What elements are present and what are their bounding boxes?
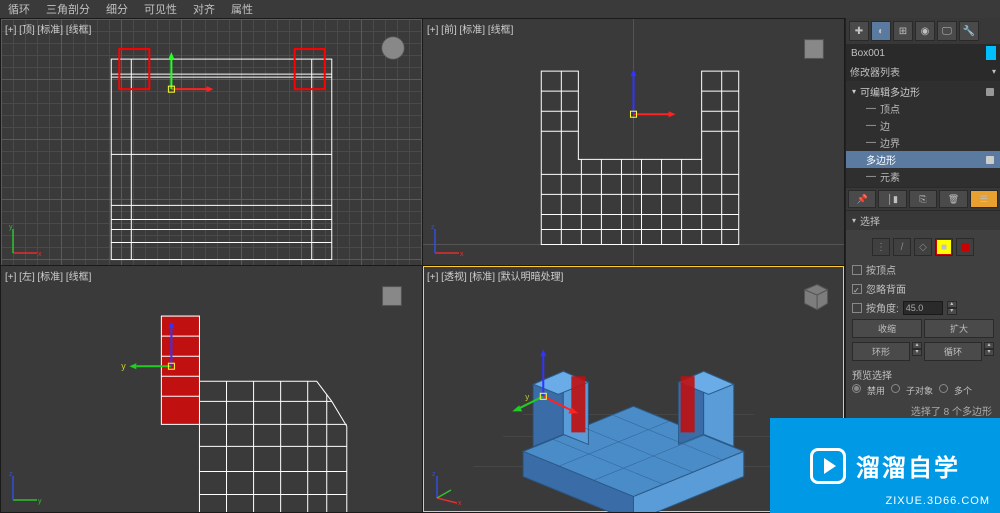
play-icon [810, 448, 846, 484]
preview-off-label: 禁用 [867, 384, 885, 397]
object-name-input[interactable] [850, 47, 984, 60]
svg-text:y: y [38, 498, 42, 505]
ring-button[interactable]: 环形 [852, 342, 910, 361]
svg-text:z: z [431, 224, 435, 231]
subobj-element[interactable]: — 元素 [846, 168, 1000, 185]
sel-element-icon[interactable] [956, 238, 974, 256]
create-tab[interactable]: ✚ [849, 21, 869, 41]
show-end-result-button[interactable]: │▮ [878, 190, 906, 208]
subobj-edge[interactable]: — 边 [846, 117, 1000, 134]
viewport-front-label[interactable]: [+] [前] [标准] [线框] [427, 21, 513, 36]
viewcube-icon[interactable] [794, 27, 836, 69]
svg-text:y: y [525, 392, 529, 401]
modify-tab[interactable]: ◐ [871, 21, 891, 41]
preview-multi-label: 多个 [954, 384, 972, 397]
sel-vertex-icon[interactable]: ⋮ [872, 238, 890, 256]
svg-text:z: z [432, 471, 436, 478]
watermark-overlay: 溜溜自学 ZIXUE.3D66.COM [770, 418, 1000, 513]
spinner-up-button[interactable]: ▴ [984, 342, 994, 349]
axis-gizmo-icon: y z [7, 470, 43, 506]
by-angle-label: 按角度: [866, 300, 899, 315]
spinner-down-button[interactable]: ▾ [984, 349, 994, 356]
svg-text:x: x [458, 500, 462, 507]
utilities-tab[interactable]: 🔧 [959, 21, 979, 41]
by-vertex-checkbox[interactable] [852, 265, 862, 275]
menu-loop[interactable]: 循环 [4, 1, 34, 17]
viewport-front[interactable]: [+] [前] [标准] [线框] [423, 19, 844, 265]
subobj-polygon[interactable]: 多边形 [846, 151, 1000, 168]
preview-subobj-label: 子对象 [906, 384, 933, 397]
sel-polygon-icon[interactable]: ■ [935, 238, 953, 256]
top-menubar[interactable]: 循环 三角剖分 细分 可见性 对齐 属性 [0, 0, 1000, 18]
bulb-icon[interactable] [986, 156, 994, 164]
configure-sets-button[interactable]: ☰ [970, 190, 998, 208]
command-panel-tabs: ✚ ◐ ⊞ ◉ 🖵 🔧 [846, 18, 1000, 44]
viewport-top-label[interactable]: [+] [顶] [标准] [线框] [5, 21, 91, 36]
by-vertex-label: 按顶点 [866, 262, 896, 277]
subobj-border[interactable]: — 边界 [846, 134, 1000, 151]
modifier-editable-poly[interactable]: ▾ 可编辑多边形 [846, 83, 1000, 100]
preview-subobj-radio[interactable] [891, 384, 900, 393]
preview-selection-label: 预览选择 [852, 363, 994, 382]
viewport-grid: [+] [顶] [标准] [线框] [0, 18, 845, 513]
svg-text:y: y [121, 361, 126, 371]
selection-status-text: 选择了 8 个多边形 [852, 399, 994, 418]
viewport-perspective-label[interactable]: [+] [透视] [标准] [默认明暗处理] [427, 268, 563, 283]
viewcube-icon[interactable] [372, 274, 414, 316]
menu-visibility[interactable]: 可见性 [140, 1, 181, 17]
spinner-down-button[interactable]: ▾ [947, 308, 957, 315]
preview-multi-radio[interactable] [939, 384, 948, 393]
sel-edge-icon[interactable]: / [893, 238, 911, 256]
spinner-down-button[interactable]: ▾ [912, 349, 922, 356]
ignore-backfacing-label: 忽略背面 [866, 281, 906, 296]
svg-text:y: y [9, 224, 13, 231]
viewport-top[interactable]: [+] [顶] [标准] [线框] [1, 19, 422, 265]
display-tab[interactable]: 🖵 [937, 21, 957, 41]
shrink-button[interactable]: 收缩 [852, 319, 922, 338]
rollout-selection-header[interactable]: 选择 [846, 211, 1000, 230]
sel-border-icon[interactable]: ◇ [914, 238, 932, 256]
axis-gizmo-icon: x z [429, 470, 465, 506]
menu-align[interactable]: 对齐 [189, 1, 219, 17]
preview-off-radio[interactable] [852, 384, 861, 393]
remove-modifier-button[interactable]: 🗑 [939, 190, 967, 208]
grow-button[interactable]: 扩大 [924, 319, 994, 338]
svg-text:z: z [9, 471, 13, 478]
motion-tab[interactable]: ◉ [915, 21, 935, 41]
spinner-up-button[interactable]: ▴ [947, 301, 957, 308]
viewport-left-label[interactable]: [+] [左] [标准] [线框] [5, 268, 91, 283]
make-unique-button[interactable]: ⎘ [909, 190, 937, 208]
hierarchy-tab[interactable]: ⊞ [893, 21, 913, 41]
axis-gizmo-icon: x z [429, 223, 465, 259]
rollout-selection: 选择 ⋮ / ◇ ■ 按顶点 忽略背面 [846, 210, 1000, 422]
pin-stack-button[interactable]: 📌 [848, 190, 876, 208]
menu-subdivide[interactable]: 细分 [102, 1, 132, 17]
bulb-icon[interactable] [986, 88, 994, 96]
svg-text:x: x [38, 251, 42, 258]
object-color-swatch[interactable] [986, 46, 996, 60]
svg-text:x: x [460, 251, 464, 258]
modifier-stack[interactable]: ▾ 可编辑多边形 — 顶点 — 边 — 边界 多边形 — 元素 [846, 81, 1000, 187]
viewcube-icon[interactable] [372, 27, 414, 69]
by-angle-checkbox[interactable] [852, 303, 862, 313]
by-angle-input[interactable] [903, 301, 943, 315]
axis-gizmo-icon: x y [7, 223, 43, 259]
viewport-left[interactable]: [+] [左] [标准] [线框] [1, 266, 422, 512]
menu-properties[interactable]: 属性 [227, 1, 257, 17]
subobj-vertex[interactable]: — 顶点 [846, 100, 1000, 117]
ignore-backfacing-checkbox[interactable] [852, 284, 862, 294]
viewcube-icon[interactable] [794, 274, 836, 316]
modifier-list-dropdown[interactable]: 修改器列表 [846, 62, 1000, 81]
loop-button[interactable]: 循环 [924, 342, 982, 361]
menu-triangulate[interactable]: 三角剖分 [42, 1, 94, 17]
spinner-up-button[interactable]: ▴ [912, 342, 922, 349]
